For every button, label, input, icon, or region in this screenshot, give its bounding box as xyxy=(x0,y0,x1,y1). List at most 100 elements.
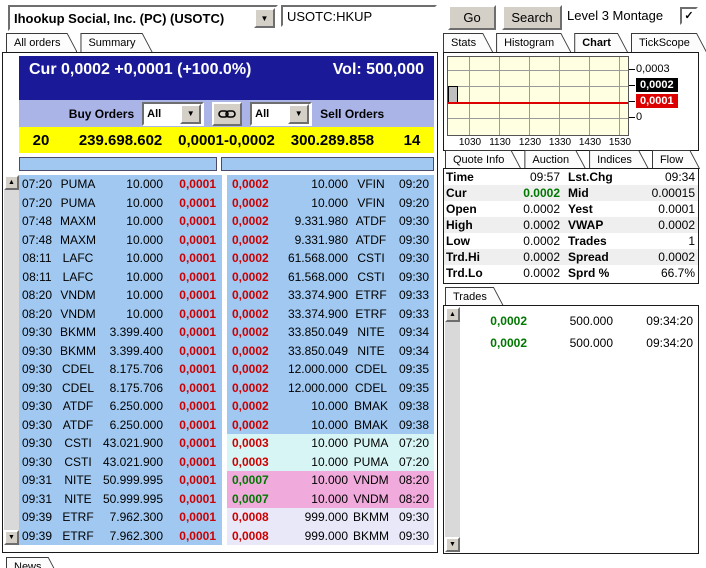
buy-order: 09:31NITE50.999.9950,0001 xyxy=(19,471,222,490)
buy-filter-select[interactable]: All ▼ xyxy=(142,102,204,126)
dropdown-arrow-icon[interactable]: ▼ xyxy=(180,104,201,124)
buy-size: 6.250.000 xyxy=(101,418,163,432)
y-axis-label: 0,0003 xyxy=(636,62,670,76)
sell-price: 0,0008 xyxy=(227,529,286,543)
tab-trades[interactable]: Trades xyxy=(445,287,504,306)
sell-price: 0,0002 xyxy=(227,214,286,228)
order-row[interactable]: 09:30BKMM3.399.4000,00010,000233.850.049… xyxy=(19,342,434,361)
buy-order: 09:30CDEL8.175.7060,0001 xyxy=(19,360,222,379)
order-row[interactable]: 08:11LAFC10.0000,00010,000261.568.000CST… xyxy=(19,249,434,268)
buy-mmid: NITE xyxy=(55,492,101,506)
order-row[interactable]: 09:30ATDF6.250.0000,00010,000210.000BMAK… xyxy=(19,397,434,416)
scroll-down-button[interactable]: ▼ xyxy=(4,530,19,545)
order-row[interactable]: 09:30CDEL8.175.7060,00010,000212.000.000… xyxy=(19,379,434,398)
sell-size: 10.000 xyxy=(286,455,348,469)
sell-time: 09:38 xyxy=(394,418,434,432)
buy-mmid: NITE xyxy=(55,473,101,487)
tab-auction[interactable]: Auction xyxy=(524,150,586,169)
order-row[interactable]: 09:30CSTI43.021.9000,00010,000310.000PUM… xyxy=(19,434,434,453)
tab-summary[interactable]: Summary xyxy=(80,33,152,52)
buy-price: 0,0001 xyxy=(163,270,222,284)
sell-mmid: ATDF xyxy=(348,214,394,228)
symbol-combobox[interactable]: Ihookup Social, Inc. (PC) (USOTC) ▼ xyxy=(8,5,278,31)
symbol-input[interactable] xyxy=(281,5,437,27)
sell-price: 0,0007 xyxy=(227,492,286,506)
quote-label: Trd.Hi xyxy=(444,250,500,264)
order-row[interactable]: 07:48MAXM10.0000,00010,00029.331.980ATDF… xyxy=(19,212,434,231)
tab-quote-info[interactable]: Quote Info xyxy=(445,150,521,169)
order-row[interactable]: 07:20PUMA10.0000,00010,000210.000VFIN09:… xyxy=(19,194,434,213)
buy-mmid: PUMA xyxy=(55,196,101,210)
buy-mmid: VNDM xyxy=(55,307,101,321)
search-button[interactable]: Search xyxy=(502,5,562,30)
buy-mmid: ETRF xyxy=(55,510,101,524)
order-row[interactable]: 09:31NITE50.999.9950,00010,000710.000VND… xyxy=(19,490,434,509)
level3-montage-checkbox[interactable]: ✓ xyxy=(680,7,698,25)
buy-mmid: VNDM xyxy=(55,288,101,302)
order-row[interactable]: 09:30CDEL8.175.7060,00010,000212.000.000… xyxy=(19,360,434,379)
tab-chart[interactable]: Chart xyxy=(574,33,628,52)
reference-price-line xyxy=(448,102,628,104)
sell-price: 0,0002 xyxy=(227,381,286,395)
tab-flow[interactable]: Flow xyxy=(652,150,700,169)
sell-order: 0,000261.568.000CSTI09:30 xyxy=(227,249,434,268)
order-row[interactable]: 09:30ATDF6.250.0000,00010,000210.000BMAK… xyxy=(19,416,434,435)
bid-price: 0,0001 xyxy=(178,132,224,149)
tab-indices[interactable]: Indices xyxy=(589,150,649,169)
sell-mmid: BKMM xyxy=(348,529,394,543)
order-row[interactable]: 09:31NITE50.999.9950,00010,000710.000VND… xyxy=(19,471,434,490)
scroll-up-button[interactable]: ▲ xyxy=(4,175,19,190)
quote-label: Trades xyxy=(560,234,640,248)
sell-time: 09:33 xyxy=(394,288,434,302)
buy-mmid: CDEL xyxy=(55,362,101,376)
orders-scrollbar[interactable]: ▲ ▼ xyxy=(4,175,19,545)
buy-size: 50.999.995 xyxy=(101,473,163,487)
buy-time: 09:30 xyxy=(19,418,55,432)
trade-row[interactable]: 0,0002500.00009:34:20 xyxy=(461,332,698,354)
quote-info-table: Time09:57Lst.Chg09:34Cur0.0002Mid0.00015… xyxy=(443,168,699,284)
buy-size: 3.399.400 xyxy=(101,344,163,358)
order-row[interactable]: 09:39ETRF7.962.3000,00010,0008999.000BKM… xyxy=(19,527,434,546)
buy-size: 6.250.000 xyxy=(101,399,163,413)
buy-time: 08:20 xyxy=(19,307,55,321)
tab-news[interactable]: News xyxy=(6,557,59,568)
dropdown-arrow-icon[interactable]: ▼ xyxy=(288,104,309,124)
order-row[interactable]: 09:39ETRF7.962.3000,00010,0008999.000BKM… xyxy=(19,508,434,527)
order-row[interactable]: 09:30CSTI43.021.9000,00010,000310.000PUM… xyxy=(19,453,434,472)
order-filter-row: Buy Orders All ▼ All ▼ Sell Orders xyxy=(19,100,434,127)
sell-column-header[interactable] xyxy=(221,157,434,171)
sell-mmid: VNDM xyxy=(348,492,394,506)
tab-all-orders[interactable]: All orders xyxy=(6,33,77,52)
order-row[interactable]: 08:20VNDM10.0000,00010,000233.374.900ETR… xyxy=(19,305,434,324)
order-row[interactable]: 07:48MAXM10.0000,00010,00029.331.980ATDF… xyxy=(19,231,434,250)
trade-row[interactable]: 0,0002500.00009:34:20 xyxy=(461,310,698,332)
go-button[interactable]: Go xyxy=(448,5,496,30)
order-row[interactable]: 08:20VNDM10.0000,00010,000233.374.900ETR… xyxy=(19,286,434,305)
link-filters-button[interactable] xyxy=(212,102,242,126)
buy-price: 0,0001 xyxy=(163,436,222,450)
level3-montage-window: Ihookup Social, Inc. (PC) (USOTC) ▼ Go S… xyxy=(0,0,706,568)
quote-label: Sprd % xyxy=(560,266,640,280)
sell-price: 0,0002 xyxy=(227,418,286,432)
order-row[interactable]: 08:11LAFC10.0000,00010,000261.568.000CST… xyxy=(19,268,434,287)
order-row[interactable]: 09:30BKMM3.399.4000,00010,000233.850.049… xyxy=(19,323,434,342)
scroll-down-button[interactable]: ▼ xyxy=(445,537,460,552)
buy-order: 08:11LAFC10.0000,0001 xyxy=(19,268,222,287)
buy-price: 0,0001 xyxy=(163,473,222,487)
sell-price: 0,0002 xyxy=(227,288,286,302)
sell-time: 08:20 xyxy=(394,473,434,487)
sell-size: 10.000 xyxy=(286,177,348,191)
buy-column-header[interactable] xyxy=(19,157,217,171)
tab-tickscope[interactable]: TickScope xyxy=(631,33,706,52)
quote-label: Yest xyxy=(560,202,640,216)
sell-filter-select[interactable]: All ▼ xyxy=(250,102,312,126)
buy-order: 09:39ETRF7.962.3000,0001 xyxy=(19,508,222,527)
tab-stats[interactable]: Stats xyxy=(443,33,493,52)
dropdown-arrow-icon[interactable]: ▼ xyxy=(254,8,275,28)
buy-time: 07:48 xyxy=(19,214,55,228)
trades-scrollbar[interactable]: ▲ ▼ xyxy=(445,307,460,552)
tab-histogram[interactable]: Histogram xyxy=(496,33,571,52)
bid-count: 20 xyxy=(19,132,63,149)
scroll-up-button[interactable]: ▲ xyxy=(445,307,460,322)
order-row[interactable]: 07:20PUMA10.0000,00010,000210.000VFIN09:… xyxy=(19,175,434,194)
